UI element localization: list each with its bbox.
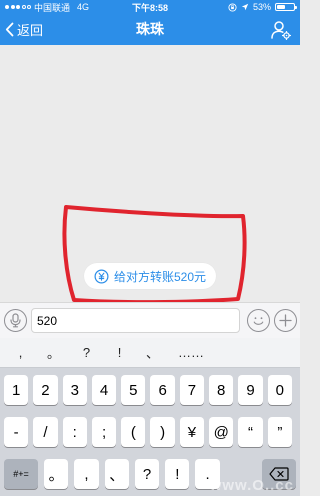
key-left-paren[interactable]: (: [121, 417, 146, 447]
key-2[interactable]: 2: [33, 375, 58, 405]
number-key-row: 1 2 3 4 5 6 7 8 9 0: [4, 375, 292, 405]
status-bar: 中国联通 4G 下午8:58 53%: [0, 0, 300, 14]
candidate-exclamation[interactable]: !: [103, 345, 136, 360]
battery-icon: [275, 3, 297, 11]
key-8[interactable]: 8: [209, 375, 234, 405]
key-question[interactable]: ?: [134, 459, 160, 489]
key-right-quote[interactable]: ”: [267, 417, 292, 447]
candidate-period[interactable]: 。: [37, 343, 70, 362]
back-button[interactable]: 返回: [5, 14, 43, 45]
key-yuan[interactable]: ¥: [179, 417, 205, 447]
voice-input-button[interactable]: [4, 309, 27, 332]
key-hyphen[interactable]: -: [4, 417, 29, 447]
yuan-transfer-icon: [94, 269, 109, 283]
key-9[interactable]: 9: [238, 375, 263, 405]
lock-rotation-icon: [228, 2, 237, 12]
candidate-question[interactable]: ?: [70, 345, 103, 360]
emoji-button[interactable]: [247, 309, 270, 332]
nav-bar: 返回 珠珠: [0, 14, 300, 45]
symbol-key-row: - / : ; ( ) ¥ @ “ ”: [4, 417, 292, 447]
key-right-paren[interactable]: ): [150, 417, 175, 447]
battery-percent: 53%: [252, 2, 271, 12]
key-dot[interactable]: .: [195, 459, 220, 489]
carrier-label: 中国联通: [34, 2, 71, 13]
transfer-suggestion-button[interactable]: 给对方转账520元: [84, 263, 216, 289]
key-6[interactable]: 6: [150, 375, 175, 405]
key-enumeration-comma[interactable]: 、: [104, 459, 129, 489]
key-7[interactable]: 7: [179, 375, 205, 405]
page-title: 珠珠: [136, 21, 164, 37]
keyboard: , 。 ? ! 、 …… 1 2 3 4 5 6 7 8 9 0 - / : ;…: [0, 338, 300, 496]
key-5[interactable]: 5: [121, 375, 146, 405]
chat-area[interactable]: 给对方转账520元: [0, 45, 300, 302]
candidate-ellipsis[interactable]: ……: [169, 345, 213, 360]
backspace-icon: [269, 467, 289, 481]
key-slash[interactable]: /: [33, 417, 58, 447]
more-options-button[interactable]: [274, 309, 297, 332]
candidate-enumeration-comma[interactable]: 、: [136, 343, 169, 362]
input-bar: [0, 302, 300, 338]
punctuation-key-row: #+= 。 , 、 ? ! .: [4, 459, 296, 489]
message-input[interactable]: [31, 308, 240, 333]
back-label: 返回: [17, 23, 44, 38]
key-4[interactable]: 4: [91, 375, 117, 405]
chevron-left-icon: [5, 22, 14, 37]
candidate-comma[interactable]: ,: [4, 345, 37, 360]
candidate-bar: , 。 ? ! 、 ……: [0, 338, 300, 368]
status-left: 中国联通 4G: [5, 1, 115, 14]
plus-icon: [279, 314, 292, 327]
key-comma[interactable]: ,: [74, 459, 99, 489]
key-exclamation[interactable]: !: [165, 459, 190, 489]
key-3[interactable]: 3: [62, 375, 87, 405]
key-left-quote[interactable]: “: [238, 417, 263, 447]
key-colon[interactable]: :: [62, 417, 87, 447]
key-1[interactable]: 1: [4, 375, 29, 405]
more-symbols-key[interactable]: #+=: [4, 459, 38, 489]
transfer-suggestion-label: 给对方转账520元: [113, 269, 207, 284]
signal-strength-icon: [5, 5, 31, 9]
user-settings-icon[interactable]: [270, 19, 292, 41]
backspace-key[interactable]: [262, 459, 296, 489]
status-right: 53%: [185, 2, 297, 12]
network-type-label: 4G: [77, 2, 90, 12]
microphone-icon: [10, 313, 21, 328]
key-full-stop[interactable]: 。: [44, 459, 69, 489]
key-0[interactable]: 0: [267, 375, 292, 405]
status-time: 下午8:58: [131, 2, 168, 13]
location-arrow-icon: [241, 3, 249, 11]
battery-level: [277, 5, 286, 9]
key-at[interactable]: @: [209, 417, 234, 447]
key-semicolon[interactable]: ;: [91, 417, 117, 447]
